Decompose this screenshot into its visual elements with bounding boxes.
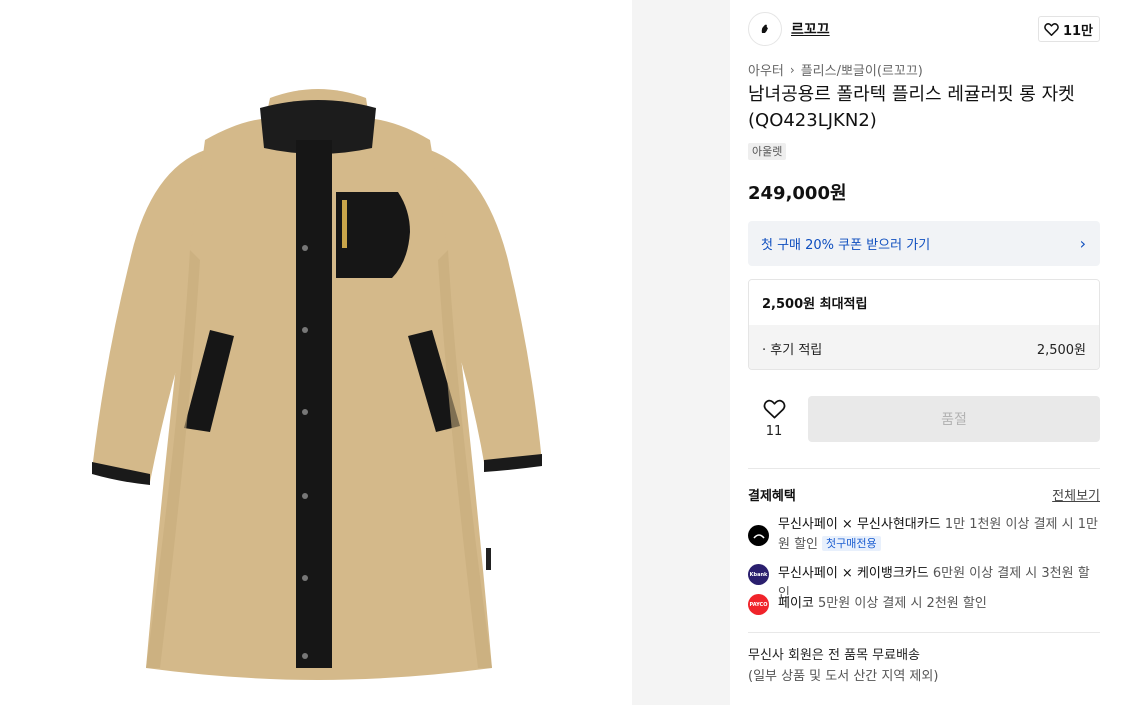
chevron-right-icon: ›: [1079, 234, 1086, 253]
wishlist-button[interactable]: 11: [760, 398, 788, 439]
wishlist-count: 11: [765, 424, 783, 439]
payment-benefits-header: 결제혜택 전체보기: [748, 485, 1100, 504]
review-points-label: · 후기 적립: [762, 342, 823, 358]
shipping-title: 무신사 회원은 전 품목 무료배송: [748, 648, 921, 663]
review-points-value: 2,500원: [1036, 342, 1086, 358]
coupon-label: 첫 구매 20% 쿠폰 받으러 가기: [761, 238, 931, 253]
review-points-row: · 후기 적립 2,500원: [749, 325, 1099, 369]
brand-like-count: 11만: [1062, 23, 1093, 39]
rooster-icon: [761, 24, 768, 33]
first-purchase-badge: 첫구매전용: [822, 536, 881, 551]
brand-name[interactable]: 르꼬끄: [791, 19, 830, 39]
breadcrumb-item-category[interactable]: 아우터: [748, 60, 784, 79]
shipping-note: (일부 상품 및 도서 산간 지역 제외): [748, 669, 939, 684]
heart-outline-icon: [763, 399, 785, 419]
card-icon: [748, 525, 769, 546]
benefit-name: 무신사페이 × 무신사현대카드: [778, 517, 941, 532]
benefit-name: 무신사페이 × 케이뱅크카드: [778, 566, 929, 581]
first-purchase-coupon-button[interactable]: 첫 구매 20% 쿠폰 받으러 가기 ›: [748, 221, 1100, 266]
brand-row: 르꼬끄 11만: [748, 12, 1100, 46]
brand-logo[interactable]: [748, 12, 782, 46]
product-title: 남녀공용르 폴라텍 플리스 레귤러핏 롱 자켓 (QO423LJKN2): [748, 84, 1075, 131]
payco-icon: PAYCO: [748, 594, 769, 615]
breadcrumb: 아우터 › 플리스/뽀글이(르꼬끄): [748, 60, 923, 80]
soldout-button[interactable]: 품절: [808, 396, 1100, 442]
view-all-link[interactable]: 전체보기: [1052, 485, 1100, 504]
outlet-tag: 아울렛: [748, 143, 787, 160]
gallery-background: [632, 0, 730, 705]
product-photo-fleece-coat[interactable]: [0, 0, 632, 705]
max-points-label: 2,500원 최대적립: [749, 280, 1099, 325]
brand-like-button[interactable]: 11만: [1037, 16, 1100, 42]
product-price: 249,000원: [748, 183, 847, 204]
benefit-item: 무신사페이 × 무신사현대카드 1만 1천원 이상 결제 시 1만원 할인 첫구매…: [748, 515, 1100, 557]
kbank-icon: Kbank: [748, 564, 769, 585]
benefit-item: Kbank 무신사페이 × 케이뱅크카드 6만원 이상 결제 시 3천원 할인: [748, 564, 1100, 601]
chevron-right-icon: ›: [789, 62, 795, 77]
heart-outline-icon: [1044, 23, 1059, 36]
divider: [748, 468, 1100, 469]
divider: [748, 632, 1100, 633]
benefit-name: 페이코: [778, 596, 814, 611]
shipping-info: 무신사 회원은 전 품목 무료배송 (일부 상품 및 도서 산간 지역 제외): [748, 645, 938, 687]
points-box: 2,500원 최대적립 · 후기 적립 2,500원: [748, 279, 1100, 370]
payment-benefits-title: 결제혜택: [748, 489, 796, 504]
product-info-panel: 르꼬끄 11만 아우터 › 플리스/뽀글이(르꼬끄) 남녀공용르 폴라텍 플리스…: [748, 0, 1100, 705]
benefit-desc: 5만원 이상 결제 시 2천원 할인: [818, 596, 987, 611]
product-image-panel: [0, 0, 632, 705]
breadcrumb-item-subcategory[interactable]: 플리스/뽀글이(르꼬끄): [801, 60, 923, 79]
benefit-item: PAYCO 페이코 5만원 이상 결제 시 2천원 할인: [748, 594, 1100, 616]
